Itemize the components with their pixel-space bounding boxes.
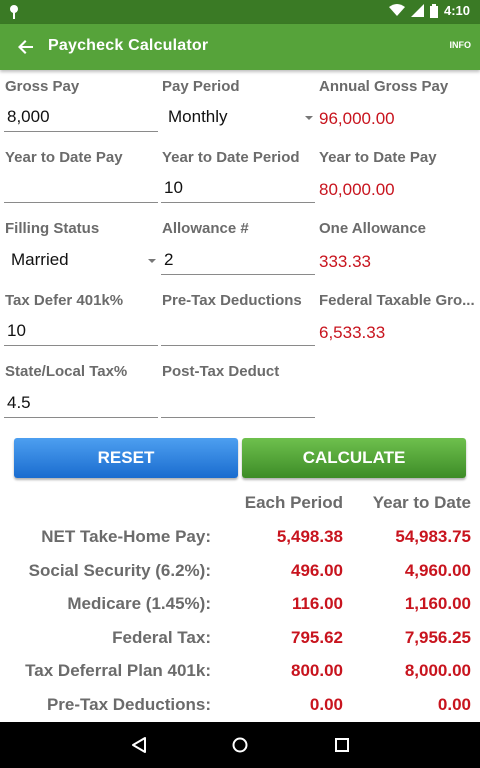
post-tax-deduct-input[interactable] [161,390,315,418]
signal-icon [410,4,424,17]
result-year-to-date: 54,983.75 [395,527,471,546]
pay-period-value: Monthly [168,107,228,126]
wifi-icon [388,4,405,17]
one-allowance-value: 333.33 [319,252,371,271]
annual-gross-pay-label: Annual Gross Pay [319,78,449,95]
result-each-period: 0.00 [309,695,343,714]
result-each-period: 5,498.38 [276,527,343,546]
nav-home-icon[interactable] [231,736,249,754]
pay-period-label: Pay Period [162,78,240,95]
gross-pay-input[interactable]: 8,000 [4,104,158,132]
filing-status-label: Filling Status [5,220,100,237]
result-label: Social Security (6.2%): [28,561,211,580]
post-tax-deduct-label: Post-Tax Deduct [162,363,280,380]
result-year-to-date: 1,160.00 [404,594,471,613]
nav-recents-icon[interactable] [333,736,351,754]
result-each-period: 116.00 [291,594,343,613]
state-local-tax-input[interactable]: 4.5 [4,390,158,418]
filing-status-value: Married [11,250,69,269]
page-title: Paycheck Calculator [48,37,209,54]
reset-button[interactable]: RESET [14,438,238,478]
result-year-to-date: 8,000.00 [404,661,471,680]
pay-period-select[interactable]: Monthly [161,104,315,132]
result-each-period: 795.62 [291,628,343,647]
dropdown-caret-icon [148,259,156,263]
filing-status-select[interactable]: Married [4,247,158,275]
federal-taxable-gross-label: Federal Taxable Gro... [319,292,475,309]
tax-defer-401k-label: Tax Defer 401k% [5,292,124,309]
gross-pay-label: Gross Pay [5,78,80,95]
result-label: Federal Tax: [112,628,211,647]
allowance-count-label: Allowance # [162,220,249,237]
ytd-pay-result-value: 80,000.00 [319,180,395,199]
status-time: 4:10 [443,3,470,18]
back-arrow-icon[interactable] [16,37,36,57]
calculate-button[interactable]: CALCULATE [242,438,466,478]
year-to-date-header: Year to Date [372,493,471,512]
each-period-header: Each Period [244,493,343,512]
result-year-to-date: 4,960.00 [404,561,471,580]
pre-tax-deductions-input[interactable] [161,318,315,346]
state-local-tax-label: State/Local Tax% [5,363,128,380]
federal-taxable-gross-value: 6,533.33 [319,323,386,342]
result-each-period: 496.00 [291,561,343,580]
allowance-count-input[interactable]: 2 [161,247,315,275]
ytd-pay-label: Year to Date Pay [5,149,123,166]
result-year-to-date: 7,956.25 [404,628,471,647]
one-allowance-label: One Allowance [319,220,426,237]
ytd-period-label: Year to Date Period [162,149,300,166]
status-bar: 4:10 [0,0,480,24]
ytd-pay-input[interactable] [4,175,158,203]
result-year-to-date: 0.00 [437,695,471,714]
result-each-period: 800.00 [291,661,343,680]
annual-gross-pay-value: 96,000.00 [319,109,395,128]
result-label: Medicare (1.45%): [67,594,211,613]
ytd-period-input[interactable]: 10 [161,175,315,203]
result-label: Pre-Tax Deductions: [46,695,211,714]
nav-back-icon[interactable] [130,736,148,754]
app-bar: Paycheck Calculator INFO [0,24,480,70]
tax-defer-401k-input[interactable]: 10 [4,318,158,346]
battery-icon [429,3,438,18]
system-nav-bar [0,722,480,768]
notification-pin-icon [8,4,20,20]
dropdown-caret-icon [305,116,313,120]
result-label: NET Take-Home Pay: [41,527,211,546]
info-button[interactable]: INFO [450,40,472,50]
ytd-pay-result-label: Year to Date Pay [319,149,437,166]
result-label: Tax Deferral Plan 401k: [25,661,211,680]
pre-tax-deductions-label: Pre-Tax Deductions [162,292,302,309]
